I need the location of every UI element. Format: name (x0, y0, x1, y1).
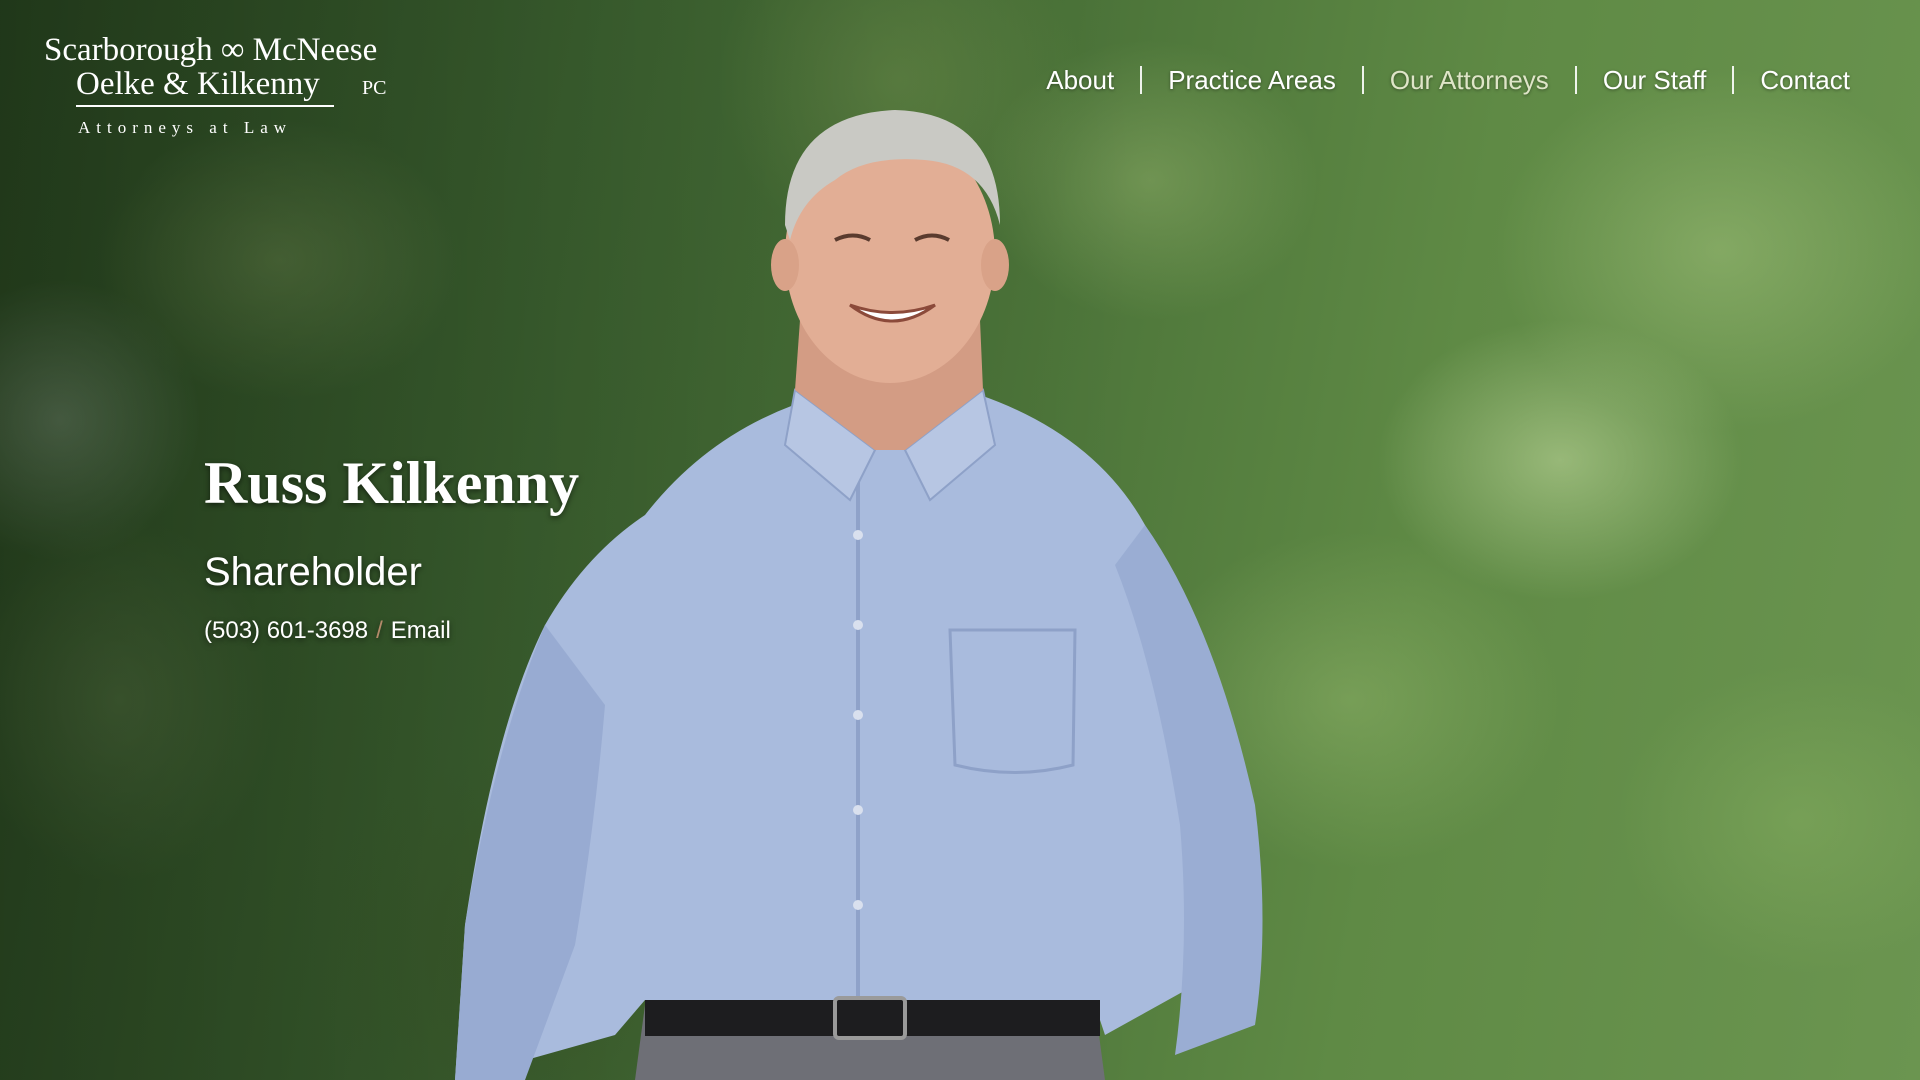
logo-line-1: Scarborough ∞ McNeese (44, 32, 377, 68)
phone-link[interactable]: (503) 601-3698 (204, 617, 368, 644)
logo-suffix: PC (362, 77, 386, 99)
nav-about[interactable]: About (1020, 65, 1140, 96)
nav-our-staff[interactable]: Our Staff (1577, 65, 1733, 96)
nav-practice-areas[interactable]: Practice Areas (1142, 65, 1362, 96)
email-link[interactable]: Email (391, 617, 451, 644)
contact-separator: / (376, 617, 383, 644)
nav-our-attorneys[interactable]: Our Attorneys (1364, 65, 1575, 96)
attorney-photo (455, 110, 1263, 1080)
attorney-name: Russ Kilkenny (204, 450, 580, 516)
main-nav: About Practice Areas Our Attorneys Our S… (1020, 62, 1850, 98)
attorney-contact: (503) 601-3698 / Email (204, 617, 579, 645)
hero-background: Scarborough ∞ McNeese Oelke & Kilkenny P… (0, 0, 1920, 1080)
logo-line-2: Oelke & Kilkenny (76, 66, 320, 102)
nav-contact[interactable]: Contact (1734, 65, 1850, 96)
firm-logo[interactable]: Scarborough ∞ McNeese Oelke & Kilkenny P… (44, 26, 444, 146)
logo-tagline: Attorneys at Law (78, 118, 292, 137)
attorney-info: Russ Kilkenny Shareholder (503) 601-3698… (204, 450, 579, 645)
attorney-title: Shareholder (204, 550, 422, 594)
